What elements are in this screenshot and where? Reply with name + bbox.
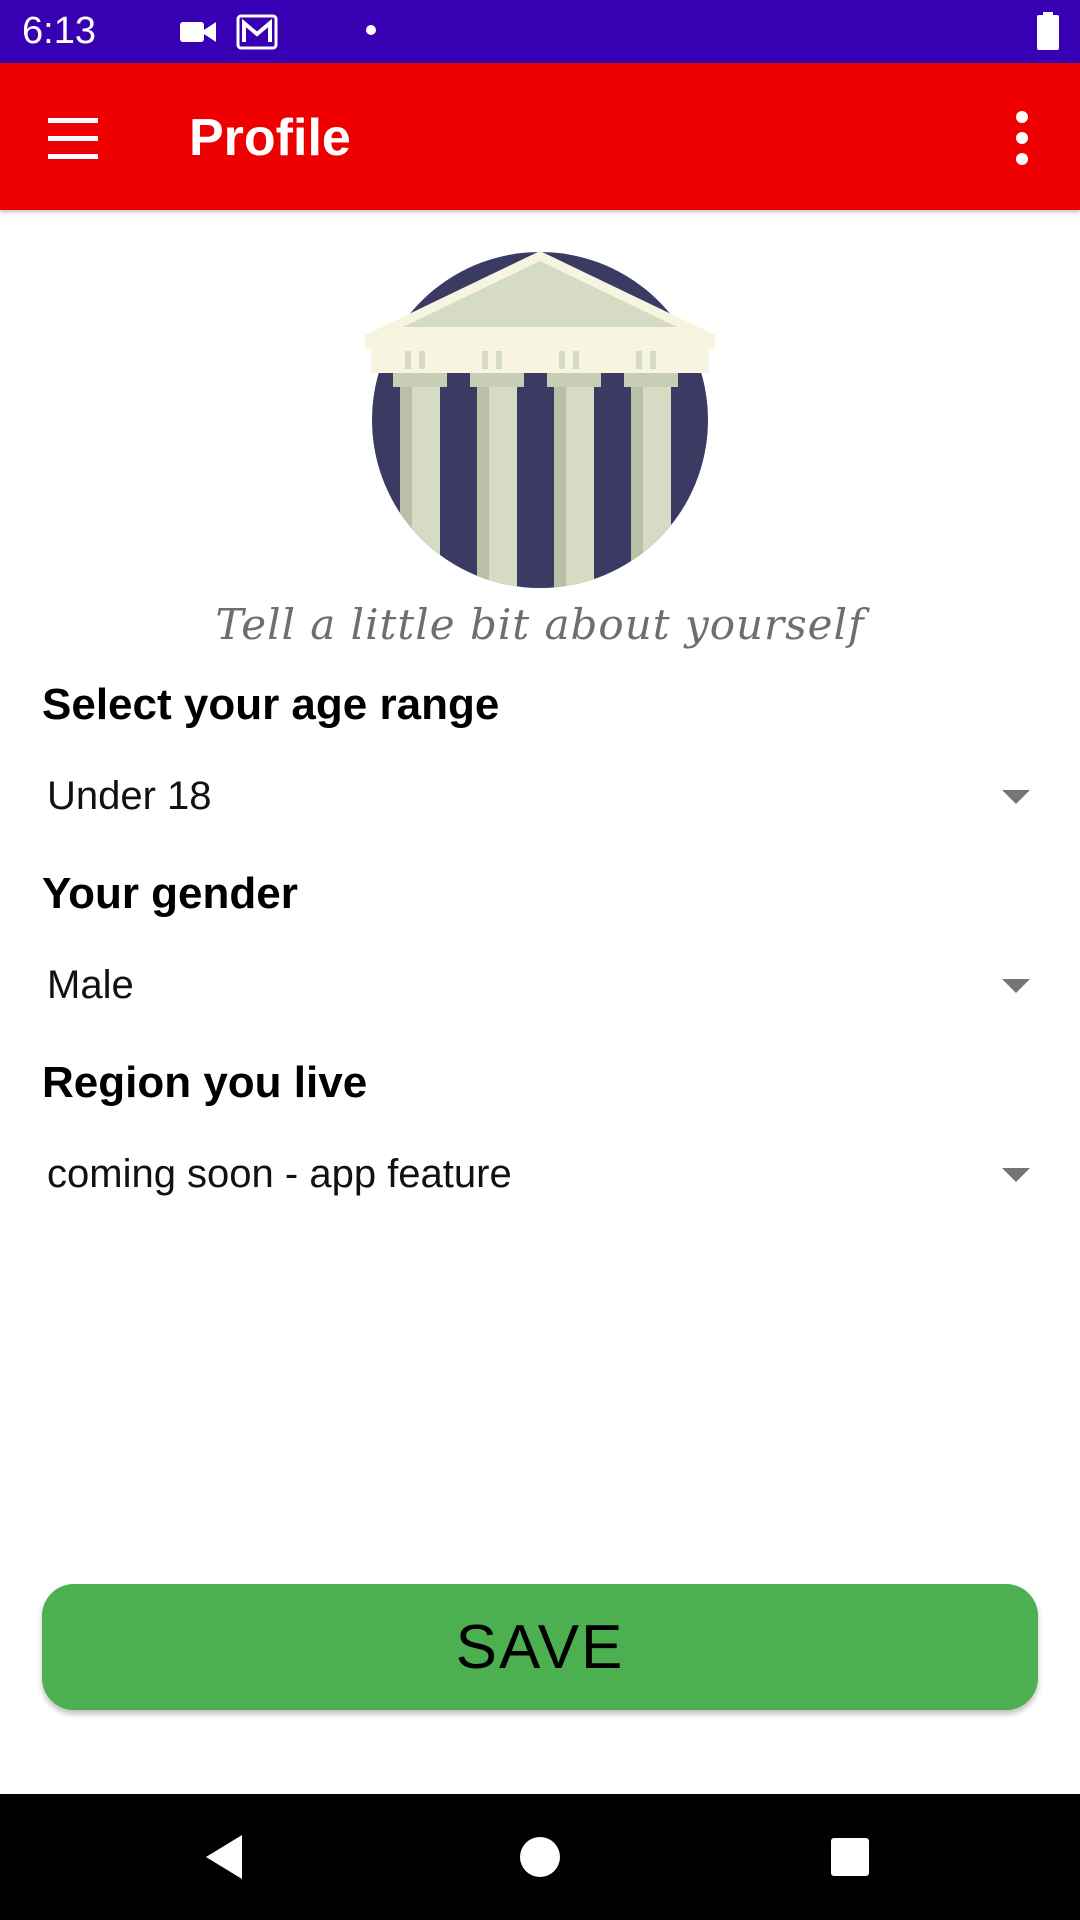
notification-dot-icon (366, 25, 376, 35)
tagline: Tell a little bit about yourself (215, 600, 865, 649)
home-icon[interactable] (510, 1827, 570, 1887)
gender-label: Your gender (42, 869, 298, 918)
back-icon[interactable] (196, 1827, 256, 1887)
save-button[interactable]: SAVE (42, 1584, 1038, 1710)
region-spinner[interactable]: coming soon - app feature (42, 1138, 1040, 1218)
system-nav-bar (0, 1794, 1080, 1920)
dropdown-arrow-icon (1002, 1168, 1030, 1182)
status-bar: 6:13 (0, 0, 1080, 63)
gender-spinner[interactable]: Male (42, 949, 1040, 1029)
age-range-value: Under 18 (47, 774, 212, 818)
page-title: Profile (189, 109, 351, 167)
app-bar: Profile (0, 63, 1080, 210)
columned-building-logo (365, 251, 715, 588)
region-value: coming soon - app feature (47, 1152, 512, 1196)
region-label: Region you live (42, 1058, 368, 1107)
recents-icon[interactable] (820, 1827, 880, 1887)
battery-icon (1037, 12, 1059, 50)
dropdown-arrow-icon (1002, 979, 1030, 993)
dropdown-arrow-icon (1002, 790, 1030, 804)
hamburger-menu-icon[interactable] (38, 108, 108, 168)
gmail-icon (236, 14, 278, 50)
video-camera-icon (180, 22, 216, 42)
more-vert-icon[interactable] (1000, 103, 1044, 173)
age-range-spinner[interactable]: Under 18 (42, 760, 1040, 840)
age-range-label: Select your age range (42, 680, 500, 729)
status-time: 6:13 (22, 10, 96, 52)
gender-value: Male (47, 963, 134, 1007)
